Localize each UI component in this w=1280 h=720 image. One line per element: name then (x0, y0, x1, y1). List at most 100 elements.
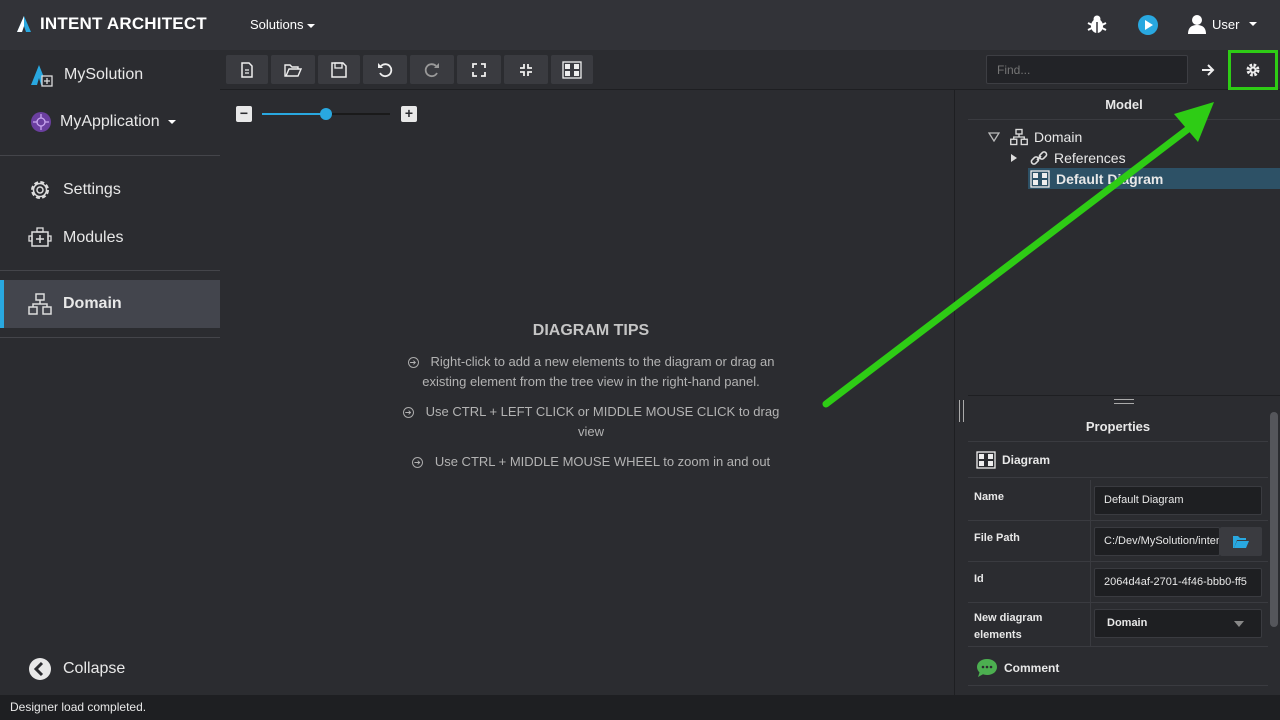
tree-node-label: References (1054, 149, 1126, 166)
sidebar-solution[interactable]: MySolution (0, 62, 220, 88)
undo-button[interactable] (363, 55, 407, 84)
open-folder-button[interactable] (271, 55, 315, 84)
expand-triangle-icon[interactable] (988, 131, 1000, 142)
find-input[interactable] (986, 55, 1188, 84)
sidebar-item-modules[interactable]: Modules (0, 225, 220, 251)
tree-node-label: Default Diagram (1056, 170, 1164, 187)
property-label: New diagram elements (974, 612, 1043, 641)
properties-scrollbar[interactable] (1268, 412, 1280, 695)
zoom-out-button[interactable]: − (236, 106, 252, 122)
tree-node-references[interactable]: References (1010, 147, 1126, 168)
compress-icon (520, 63, 532, 76)
save-icon (331, 61, 347, 78)
properties-panel: Properties Diagram Name Default Diagram … (968, 412, 1268, 695)
diagram-canvas[interactable]: − + DIAGRAM TIPS ➔ Right-click to add a n… (220, 90, 954, 695)
model-panel-title: Model (968, 90, 1280, 120)
property-label: File Path (974, 532, 1020, 544)
domain-icon (27, 291, 53, 317)
new-file-button[interactable] (226, 55, 268, 84)
column-divider (1090, 603, 1091, 647)
tip-text: Use CTRL + MIDDLE MOUSE WHEEL to zoom in… (434, 454, 771, 469)
tree-node-default-diagram[interactable]: Default Diagram (1028, 168, 1280, 189)
browse-folder-button[interactable] (1220, 527, 1262, 556)
section-label: Diagram (1002, 452, 1051, 467)
sidebar-item-settings[interactable]: Settings (0, 177, 220, 203)
tip-item: ➔ Use CTRL + MIDDLE MOUSE WHEEL to zoom i… (400, 452, 782, 472)
diagram-icon (976, 450, 996, 469)
comment-section-header[interactable]: Comment (968, 650, 1268, 686)
find-go-button[interactable] (1190, 55, 1226, 84)
open-folder-icon (284, 63, 302, 77)
property-row-new-diagram-elements: New diagram elements Domain (968, 603, 1268, 647)
sidebar-item-domain[interactable]: Domain (0, 280, 220, 328)
folder-open-icon (1233, 535, 1249, 548)
id-field[interactable]: 2064d4af-2701-4f46-bbb0-ff5 (1094, 568, 1262, 597)
domain-icon (1010, 128, 1028, 145)
user-menu[interactable]: User (1188, 14, 1258, 34)
status-text: Designer load completed. (10, 700, 147, 714)
vertical-splitter[interactable] (954, 90, 968, 695)
splitter-grip-icon (959, 400, 964, 422)
zoom-in-button[interactable]: + (401, 106, 417, 122)
redo-icon (424, 62, 439, 77)
solutions-menu[interactable]: Solutions (250, 17, 316, 32)
property-row-id: Id 2064d4af-2701-4f46-bbb0-ff5 (968, 562, 1268, 603)
logo[interactable]: INTENT ARCHITECT (14, 14, 207, 34)
select-value: Domain (1107, 617, 1148, 629)
tips-title: DIAGRAM TIPS (532, 322, 650, 339)
column-divider (1090, 562, 1091, 603)
model-panel: Model Domain References Default Diagram (968, 90, 1280, 396)
chevron-down-icon (1234, 621, 1244, 627)
compress-button[interactable] (504, 55, 548, 84)
designer-settings-button[interactable] (1228, 50, 1278, 90)
tip-text: Right-click to add a new elements to the… (422, 354, 775, 389)
undo-icon (378, 62, 393, 77)
tree-node-domain[interactable]: Domain (988, 126, 1082, 147)
chevron-down-icon (167, 120, 176, 124)
designer-toolbar (220, 50, 1280, 90)
arrow-circle-icon: ➔ (411, 457, 423, 468)
zoom-slider-handle[interactable] (320, 108, 332, 120)
expand-button[interactable] (457, 55, 501, 84)
sidebar-item-label: Modules (63, 229, 124, 246)
collapsed-triangle-icon[interactable] (1010, 153, 1018, 163)
comment-label: Comment (1004, 660, 1060, 675)
collapse-button[interactable]: Collapse (0, 656, 220, 682)
application-icon (28, 109, 54, 135)
new-file-icon (241, 61, 253, 78)
horizontal-splitter[interactable] (968, 396, 1280, 412)
property-label: Name (974, 491, 1004, 503)
gear-icon (1246, 63, 1260, 77)
chevron-down-icon (1249, 22, 1258, 26)
diagram-tips: DIAGRAM TIPS ➔ Right-click to add a new e… (400, 322, 782, 482)
modules-icon (27, 225, 53, 251)
solutions-label: Solutions (250, 17, 304, 32)
collapse-label: Collapse (63, 660, 126, 677)
tip-text: Use CTRL + LEFT CLICK or MIDDLE MOUSE CL… (425, 404, 780, 439)
app-name: INTENT ARCHITECT (40, 14, 207, 33)
sidebar-application[interactable]: MyApplication (0, 109, 220, 135)
name-field[interactable]: Default Diagram (1094, 486, 1262, 515)
redo-button[interactable] (410, 55, 454, 84)
diagram-button[interactable] (551, 55, 593, 84)
scrollbar-thumb[interactable] (1270, 412, 1278, 627)
arrow-circle-icon: ➔ (407, 357, 419, 368)
top-bar: INTENT ARCHITECT Solutions User (0, 0, 1280, 50)
column-divider (1090, 521, 1091, 562)
arrow-right-icon (1202, 63, 1215, 76)
solution-icon (28, 62, 54, 88)
arrow-circle-icon: ➔ (402, 407, 414, 418)
file-path-field[interactable]: C:/Dev/MySolution/intent (1094, 527, 1220, 556)
user-icon (1188, 15, 1206, 34)
sidebar: MySolution MyApplication Settings Module… (0, 50, 220, 695)
bug-icon[interactable] (1086, 13, 1108, 40)
zoom-slider-fill (262, 113, 326, 115)
expand-icon (472, 62, 486, 77)
run-icon[interactable] (1137, 14, 1159, 41)
gear-icon (27, 177, 53, 203)
tip-item: ➔ Right-click to add a new elements to th… (400, 352, 782, 392)
link-icon (1030, 150, 1048, 165)
sidebar-divider (0, 337, 220, 338)
property-row-name: Name Default Diagram (968, 480, 1268, 521)
save-button[interactable] (318, 55, 360, 84)
